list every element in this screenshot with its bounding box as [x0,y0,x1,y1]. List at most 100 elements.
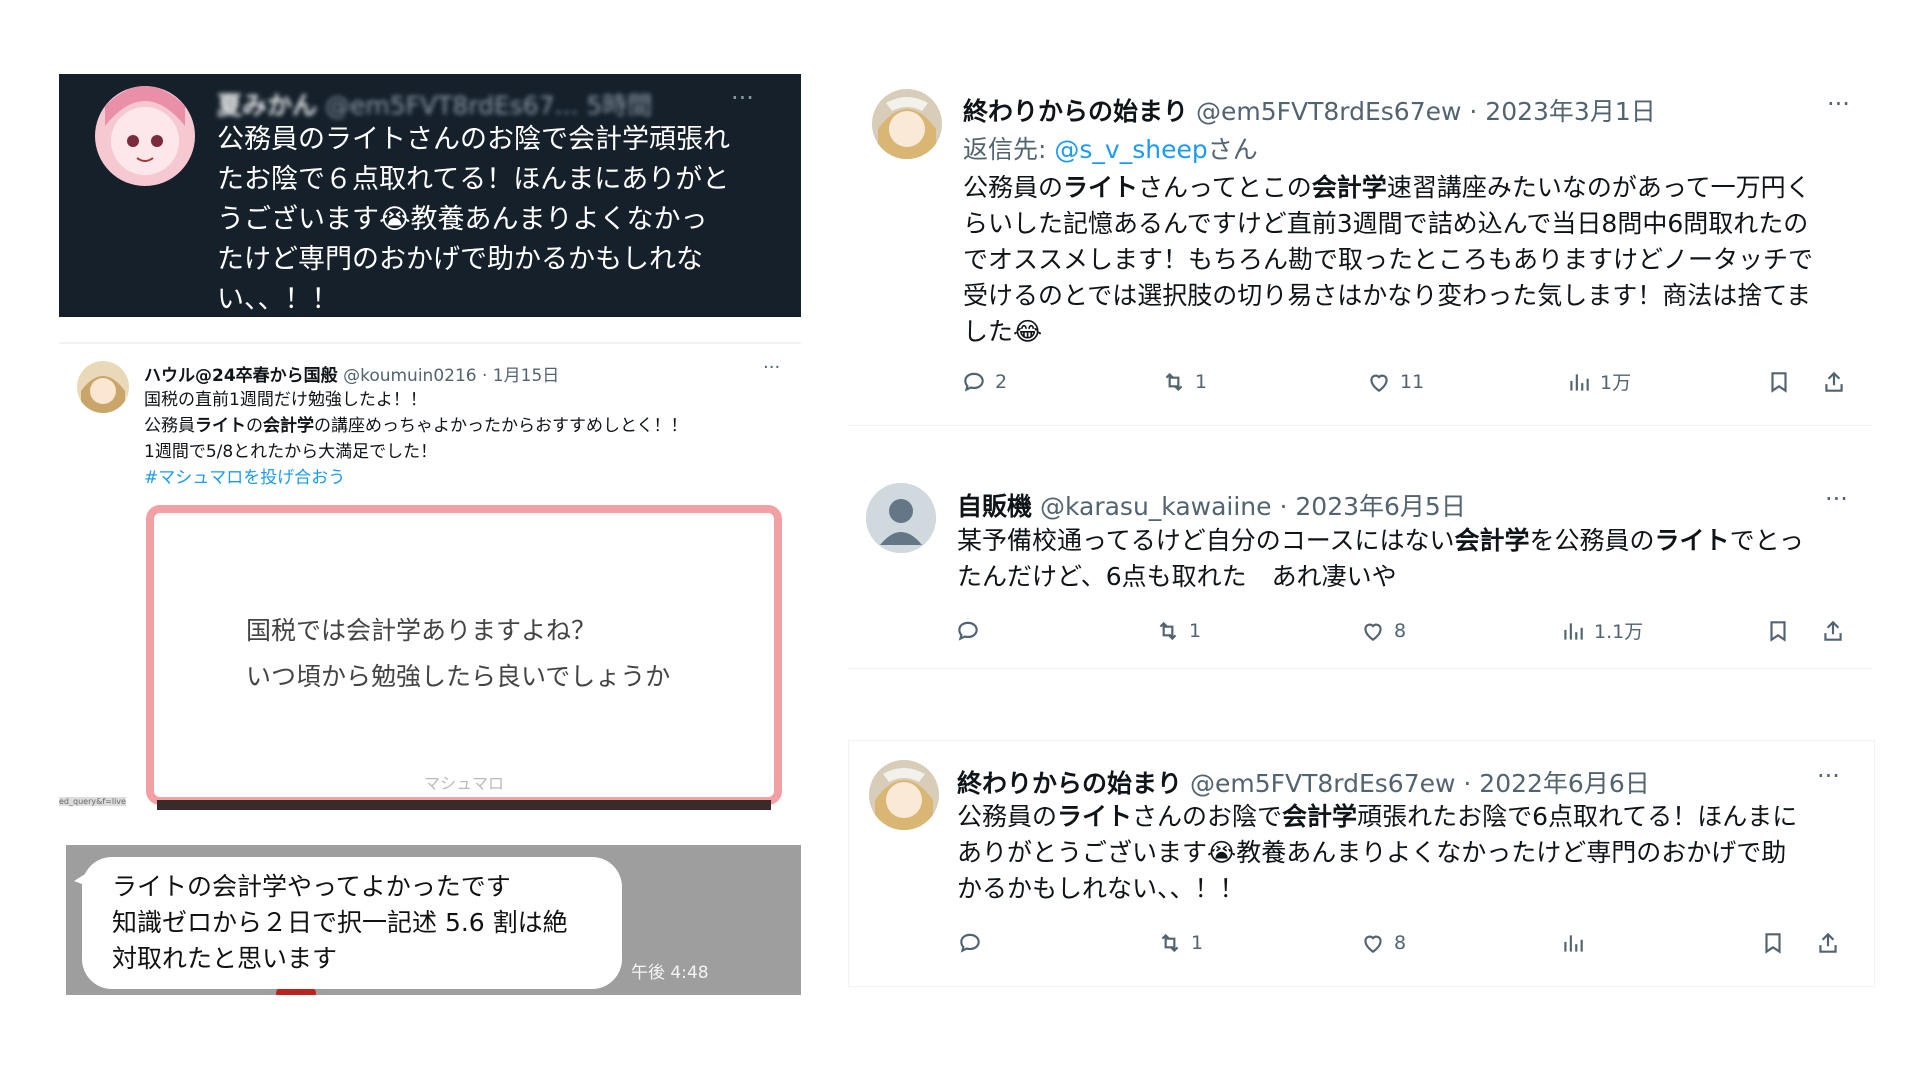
text-span: 公務員の [963,173,1064,202]
text-line: 某予備校通ってるけど自分のコースにはない会計学を公務員のライトでとっ [957,523,1872,559]
text-line: ありがとうございます😭教養あんまりよくなかったけど専門のおかげで助 [957,838,1787,867]
views-button[interactable] [1560,930,1760,956]
anime-avatar-blonde[interactable] [77,361,129,413]
text-line: いつ頃から勉強したら良いでしょうか [246,662,671,691]
author-handle[interactable]: @em5FVT8rdEs67ew [1196,97,1461,126]
reply-button[interactable] [957,930,1157,956]
tweet-actions: 1 8 [957,930,1862,956]
anime-avatar-pink[interactable] [95,86,195,186]
marshmallow-card[interactable]: 国税では会計学ありますよね？ いつ頃から勉強したら良いでしょうか マシュマロ [146,505,782,805]
bookmark-button[interactable] [1766,369,1821,395]
tweet-2: 自販機 @karasu_kawaiine · 2023年6月5日 ··· 某予備… [845,475,1875,665]
bar-chart-icon [1564,935,1583,952]
bubble-tail [74,871,90,887]
card-footer-strip [157,800,771,810]
more-icon[interactable]: ··· [1827,90,1850,118]
marshmallow-brand: マシュマロ [423,774,504,793]
views-button[interactable]: 1.1万 [1560,617,1765,644]
reply-to-link[interactable]: @s_v_sheep [1054,135,1207,164]
author-handle[interactable]: @em5FVT8rdEs67... [325,91,578,120]
tweet-text: 某予備校通ってるけど自分のコースにはない会計学を公務員のライトでとっ たんだけど… [957,523,1872,595]
text-line: 1週間で5/8とれたから大満足でした！ [144,442,438,462]
chat-message-text: ライトの会計学やってよかったです 知識ゼロから２日で択一記述 5.6 割は絶 対… [112,869,568,977]
share-button[interactable] [1815,930,1841,956]
keyword: 会計学 [1282,802,1358,831]
bar-chart-icon [1564,622,1583,640]
reply-label: 返信先: [963,135,1055,164]
keyword: ライト [1654,526,1730,555]
dark-tweet-header: 夏みかん @em5FVT8rdEs67... 5時間 [217,86,652,122]
text-span: さんのお陰で [1132,802,1283,831]
views-button[interactable]: 1万 [1566,368,1766,395]
bookmark-button[interactable] [1760,930,1815,956]
more-icon[interactable]: ··· [763,357,780,378]
author-name[interactable]: 終わりからの始まり [963,97,1188,126]
author-handle[interactable]: @koumuin0216 [343,366,477,386]
author-handle[interactable]: @em5FVT8rdEs67ew [1190,769,1455,798]
chat-time: 午後 4:48 [631,963,709,983]
text-line: 公務員のライトさんってとこの会計学速習講座みたいなのがあって一万円く [963,170,1873,206]
more-icon[interactable]: ··· [731,84,754,112]
reply-button[interactable]: 2 [961,369,1161,395]
heart-icon [1364,623,1382,641]
reply-icon [958,621,978,641]
mini-tweet-text: 国税の直前1週間だけ勉強したよ！！ 公務員ライトの会計学の講座めっちゃよかったか… [144,387,784,491]
keyword: ライト [195,416,246,436]
dark-tweet-card: 夏みかん @em5FVT8rdEs67... 5時間 ··· 公務員のライトさん… [59,74,801,317]
tweet-date: · 2023年3月1日 [1469,97,1656,126]
keyword: 会計学 [1454,526,1530,555]
text-line: 国税では会計学ありますよね？ [246,616,597,645]
author-name[interactable]: 終わりからの始まり [957,769,1182,798]
retweet-count: 1 [1195,370,1208,393]
author-name[interactable]: 自販機 [957,492,1032,521]
share-button[interactable] [1821,369,1847,395]
share-icon [1819,932,1837,953]
retweet-count: 1 [1191,932,1204,954]
text-span: の [246,416,263,436]
retweet-icon [1161,933,1179,953]
divider [848,425,1873,426]
bookmark-button[interactable] [1765,618,1820,644]
more-icon[interactable]: ··· [1817,762,1840,790]
text-span: 速習講座みたいなのがあって一万円く [1386,173,1811,202]
default-avatar[interactable] [866,483,936,553]
anime-avatar[interactable] [872,89,942,159]
like-button[interactable]: 8 [1360,618,1560,644]
bookmark-icon [1770,620,1786,642]
anime-avatar[interactable] [869,760,939,830]
text-line: 公務員ライトの会計学の講座めっちゃよかったからおすすめしとく！！ [144,413,784,439]
reply-to: 返信先: @s_v_sheepさん [963,130,1258,166]
author-name[interactable]: ハウル@24卒春から国般 [144,366,338,386]
tweet-actions: 1 8 1.1万 [955,617,1860,644]
tweet-date: · 1月15日 [482,366,560,386]
url-snippet: ed_query&f=live [59,797,126,806]
hashtag-link[interactable]: #マシュマロを投げ合おう [144,465,784,491]
dark-tweet-text: 公務員のライトさんのお陰で会計学頑張れ たお陰で６点取れてる！ほんまにありがと … [217,120,787,320]
reply-button[interactable] [955,618,1155,644]
more-icon[interactable]: ··· [1825,485,1848,513]
view-count: 1万 [1600,372,1632,394]
share-button[interactable] [1820,618,1846,644]
tweet-1: 終わりからの始まり @em5FVT8rdEs67ew · 2023年3月1日 ·… [845,80,1875,425]
reply-suffix: さん [1207,135,1258,164]
text-line: 公務員のライトさんのお陰で会計学頑張れたお陰で6点取れてる！ほんまに [957,799,1872,835]
like-button[interactable]: 11 [1366,369,1566,395]
author-name[interactable]: 夏みかん [217,91,317,120]
text-line: 知識ゼロから２日で択一記述 5.6 割は絶 [112,908,568,937]
author-handle[interactable]: @karasu_kawaiine [1040,492,1272,521]
tweet-3: 終わりからの始まり @em5FVT8rdEs67ew · 2022年6月6日 ·… [845,755,1875,985]
keyword: 会計学 [1311,173,1387,202]
retweet-button[interactable]: 1 [1161,369,1366,395]
like-count: 11 [1400,370,1425,393]
retweet-button[interactable]: 1 [1155,618,1360,644]
text-line: 国税の直前1週間だけ勉強したよ！！ [144,390,427,410]
like-button[interactable]: 8 [1360,930,1560,956]
divider [848,668,1873,669]
text-span: 公務員の [957,802,1058,831]
card-question: 国税では会計学ありますよね？ いつ頃から勉強したら良いでしょうか [246,608,670,700]
retweet-count: 1 [1189,619,1202,642]
text-line: 受けるのとでは選択肢の切り易さはかなり変わった気します！商法は捨てま [963,281,1812,310]
text-span: 某予備校通ってるけど自分のコースにはない [957,526,1455,555]
retweet-button[interactable]: 1 [1157,930,1360,956]
tweet-time: 5時間 [586,91,653,120]
